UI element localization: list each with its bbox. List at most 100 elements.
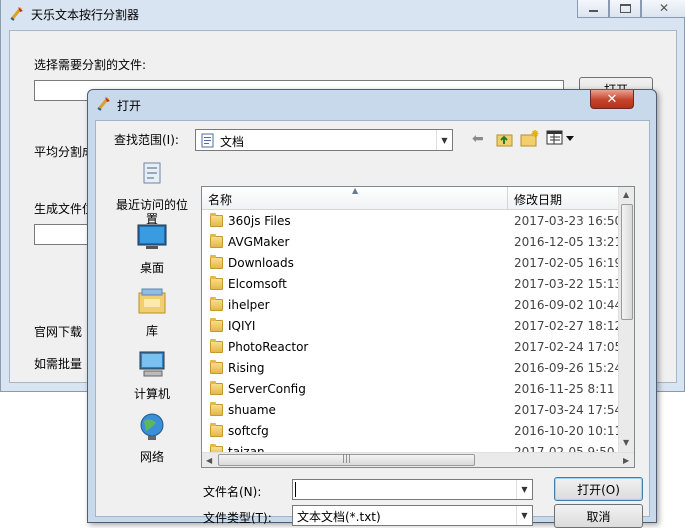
text-cursor (295, 482, 296, 497)
recent-places-icon (143, 162, 161, 184)
scroll-right-arrow-icon[interactable]: ▶ (623, 456, 629, 465)
file-name: Rising (228, 361, 265, 375)
main-close-button[interactable]: ✕ (641, 0, 685, 18)
minimize-button[interactable] (577, 0, 609, 18)
grip-icon: ||| (342, 454, 352, 464)
file-name: IQIYI (228, 319, 256, 333)
close-icon: ✕ (606, 91, 618, 107)
output-path-field[interactable] (34, 224, 94, 245)
horizontal-scrollbar[interactable]: ◀ ||| ▶ (202, 452, 634, 467)
file-date: 2017-02-05 16:19 (514, 256, 623, 270)
file-row[interactable]: 360js Files 2017-03-23 16:50 (202, 211, 622, 232)
main-window-title: 天乐文本按行分割器 (31, 8, 140, 22)
back-arrow-icon[interactable]: ⬅ (472, 131, 484, 147)
column-name-header[interactable]: 名称 (208, 191, 232, 208)
place-label: 库 (145, 324, 158, 338)
maximize-icon (620, 4, 631, 13)
folder-icon (210, 297, 223, 311)
file-row[interactable]: IQIYI 2017-02-27 18:12 (202, 316, 622, 337)
sort-ascending-icon: ▲ (352, 186, 359, 195)
folder-icon (210, 255, 223, 269)
file-date: 2017-03-23 16:50 (514, 214, 623, 228)
file-row[interactable]: softcfg 2016-10-20 10:11 (202, 421, 622, 442)
file-date: 2016-09-02 10:44 (514, 298, 623, 312)
file-row[interactable]: shuame 2017-03-24 17:54 (202, 400, 622, 421)
look-in-combo[interactable]: 文档 ▼ (195, 129, 453, 151)
computer-icon (139, 351, 165, 377)
file-row[interactable]: ServerConfig 2016-11-25 8:11 (202, 379, 618, 400)
file-name: PhotoReactor (228, 340, 309, 354)
place-libraries[interactable]: 库 (112, 285, 192, 338)
dialog-open-button[interactable]: 打开(O) (554, 477, 643, 501)
file-type-value: 文本文档(*.txt) (297, 510, 381, 524)
chevron-down-icon[interactable]: ▼ (516, 506, 532, 525)
file-row[interactable]: AVGMaker 2016-12-05 13:21 (202, 232, 622, 253)
file-row[interactable]: PhotoReactor 2017-02-24 17:05 (202, 337, 622, 358)
document-icon (201, 133, 214, 148)
output-file-label: 生成文件位 (34, 202, 95, 216)
up-folder-icon[interactable] (496, 131, 514, 147)
folder-icon (210, 318, 223, 332)
desktop-icon (137, 224, 167, 249)
vertical-scroll-thumb[interactable] (621, 204, 633, 320)
minimize-icon (589, 10, 598, 12)
close-icon: ✕ (659, 1, 670, 15)
horizontal-scroll-thumb[interactable]: ||| (218, 454, 475, 466)
dialog-title: 打开 (117, 99, 142, 113)
file-date: 2017-03-24 17:54 (514, 403, 623, 417)
file-name: AVGMaker (228, 235, 290, 249)
dialog-close-button[interactable]: ✕ (590, 90, 634, 109)
chevron-down-icon[interactable]: ▼ (436, 130, 452, 150)
caption-buttons: ✕ (577, 0, 685, 18)
select-file-label: 选择需要分割的文件: (34, 58, 147, 72)
file-name: shuame (228, 403, 276, 417)
batch-label: 如需批量 (34, 357, 83, 371)
file-list[interactable]: 名称 ▲ 修改日期 360js Files 2017-03-23 16:50 A… (201, 186, 635, 468)
dialog-cancel-button[interactable]: 取消 (554, 504, 643, 528)
place-recent[interactable]: 最近访问的位置 (112, 159, 192, 226)
network-icon (140, 413, 164, 440)
file-date: 2017-02-27 18:12 (514, 319, 623, 333)
file-row[interactable]: Downloads 2017-02-05 16:19 (202, 253, 622, 274)
look-in-label: 查找范围(I): (114, 133, 179, 147)
scroll-down-arrow-icon[interactable]: ▼ (623, 438, 629, 447)
new-folder-icon[interactable] (520, 129, 540, 147)
column-date-header[interactable]: 修改日期 (514, 191, 562, 208)
place-label: 网络 (139, 450, 164, 464)
file-type-combo[interactable]: 文本文档(*.txt) ▼ (292, 505, 533, 526)
vertical-scrollbar[interactable]: ▲ ▼ (618, 187, 634, 452)
chevron-down-icon[interactable]: ▼ (516, 480, 532, 499)
scroll-left-arrow-icon[interactable]: ◀ (206, 456, 212, 465)
file-name-label: 文件名(N): (203, 485, 262, 499)
scroll-up-arrow-icon[interactable]: ▲ (623, 190, 629, 199)
column-divider[interactable] (507, 187, 508, 210)
view-menu-icon[interactable] (546, 130, 576, 146)
file-date: 2017-02-24 17:05 (514, 340, 623, 354)
file-name: Downloads (228, 256, 294, 270)
place-computer[interactable]: 计算机 (112, 348, 192, 401)
folder-icon (210, 402, 223, 416)
place-desktop[interactable]: 桌面 (112, 222, 192, 275)
file-date: 2017-03-22 15:13 (514, 277, 623, 291)
file-row[interactable]: Elcomsoft 2017-03-22 15:13 (202, 274, 622, 295)
dialog-body: 查找范围(I): 文档 ▼ ⬅ 最近访问的位置 桌面 库 计算机 网络 名称 ▲… (95, 120, 650, 528)
list-header: 名称 ▲ 修改日期 (202, 187, 618, 210)
website-link[interactable]: 官网下载 (34, 323, 82, 340)
open-file-dialog: 打开 ✕ 查找范围(I): 文档 ▼ ⬅ 最近访问的位置 桌面 库 计算机 网络… (87, 89, 657, 528)
file-type-label: 文件类型(T): (203, 511, 272, 525)
libraries-icon (138, 288, 166, 314)
file-row[interactable]: ihelper 2016-09-02 10:44 (202, 295, 622, 316)
file-date: 2016-09-26 15:24 (514, 361, 623, 375)
folder-icon (210, 213, 223, 227)
file-name: softcfg (228, 424, 269, 438)
place-network[interactable]: 网络 (112, 411, 192, 464)
file-name: Elcomsoft (228, 277, 287, 291)
file-row[interactable]: Rising 2016-09-26 15:24 (202, 358, 622, 379)
file-name: ServerConfig (228, 382, 306, 396)
maximize-button[interactable] (609, 0, 641, 18)
place-label: 计算机 (133, 387, 170, 401)
place-label: 桌面 (139, 261, 164, 275)
folder-icon (210, 423, 223, 437)
average-split-label: 平均分割成 (34, 145, 95, 159)
file-name-combo[interactable]: ▼ (292, 479, 533, 500)
